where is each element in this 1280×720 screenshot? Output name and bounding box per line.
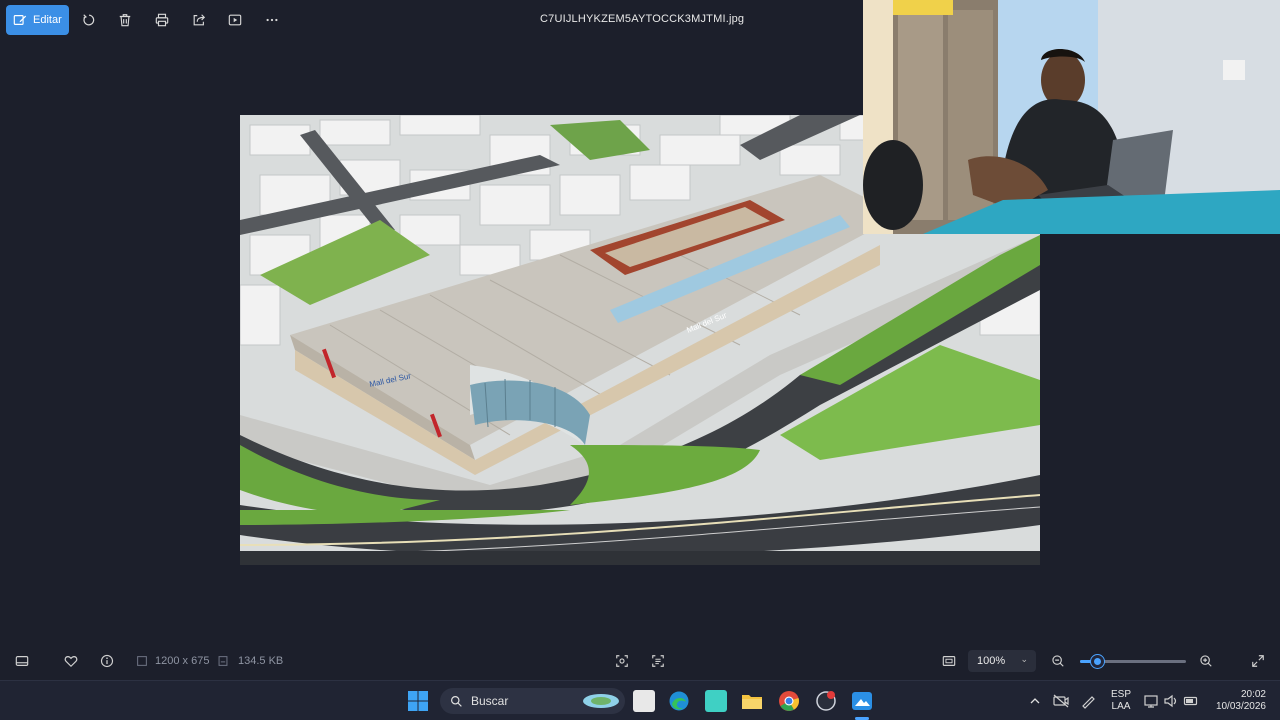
image-dimensions-icon [133, 652, 151, 670]
language-code: ESP [1110, 689, 1131, 700]
search-icon [451, 695, 462, 707]
zoom-level: 100% [977, 655, 1006, 667]
webcam-overlay [863, 0, 1280, 234]
zoom-out-icon[interactable] [1049, 652, 1067, 670]
keyboard-layout: LAA [1111, 701, 1131, 712]
file-size-icon [214, 652, 232, 670]
share-icon[interactable] [189, 10, 209, 30]
store-app-icon[interactable] [705, 690, 727, 712]
slideshow-icon[interactable] [225, 10, 245, 30]
edit-image-icon [13, 15, 27, 25]
clock-date: 10/03/2026 [1215, 701, 1266, 712]
chevron-up-icon[interactable] [1028, 690, 1042, 712]
search-placeholder: Buscar [471, 694, 509, 708]
file-size: 134.5 KB [238, 655, 284, 667]
file-name: C7UIJLHYKZEM5AYTOCCK3MJTMI.jpg [540, 13, 745, 25]
edit-button-label: Editar [33, 14, 62, 26]
pen-input-icon[interactable] [1080, 690, 1098, 712]
edge-browser-icon[interactable] [668, 690, 690, 712]
language-indicator[interactable]: ESP LAA [1110, 689, 1132, 713]
image-dimensions: 1200 x 675 [155, 655, 210, 667]
volume-icon[interactable] [1163, 690, 1179, 712]
zoom-in-icon[interactable] [1197, 652, 1215, 670]
webcam-video [863, 0, 1280, 234]
file-explorer-icon[interactable] [741, 690, 763, 712]
search-highlight-icon [583, 694, 619, 708]
task-view-icon[interactable] [633, 690, 655, 712]
fit-to-window-icon[interactable] [940, 652, 958, 670]
chrome-icon[interactable] [778, 690, 800, 712]
edit-button[interactable]: Editar [6, 5, 69, 35]
info-bar: 1200 x 675 134.5 KB 100% ⌄ [0, 645, 1280, 677]
screen-recorder-icon[interactable] [815, 690, 837, 712]
network-icon[interactable] [1143, 690, 1159, 712]
fullscreen-icon[interactable] [1249, 652, 1267, 670]
scan-text-icon[interactable] [649, 652, 667, 670]
clock-time: 20:02 [1240, 689, 1266, 700]
zoom-level-dropdown[interactable]: 100% ⌄ [968, 650, 1036, 672]
battery-icon[interactable] [1183, 690, 1199, 712]
camera-off-icon[interactable] [1052, 690, 1070, 712]
zoom-slider-thumb[interactable] [1091, 655, 1104, 668]
filmstrip-icon[interactable] [13, 652, 31, 670]
system-clock[interactable]: 20:02 10/03/2026 [1208, 689, 1266, 713]
print-icon[interactable] [152, 10, 172, 30]
chevron-down-icon: ⌄ [1020, 654, 1028, 664]
visual-search-icon[interactable] [613, 652, 631, 670]
windows-taskbar: Buscar ESP LAA 20:02 10/03/2026 [0, 680, 1280, 720]
rotate-icon[interactable] [79, 10, 99, 30]
windows-start-icon[interactable] [407, 690, 429, 712]
taskbar-search[interactable]: Buscar [440, 688, 625, 714]
photos-app-icon[interactable] [851, 690, 873, 712]
more-icon[interactable] [262, 10, 282, 30]
delete-icon[interactable] [115, 10, 135, 30]
favorite-heart-icon[interactable] [62, 652, 80, 670]
info-icon[interactable] [98, 652, 116, 670]
